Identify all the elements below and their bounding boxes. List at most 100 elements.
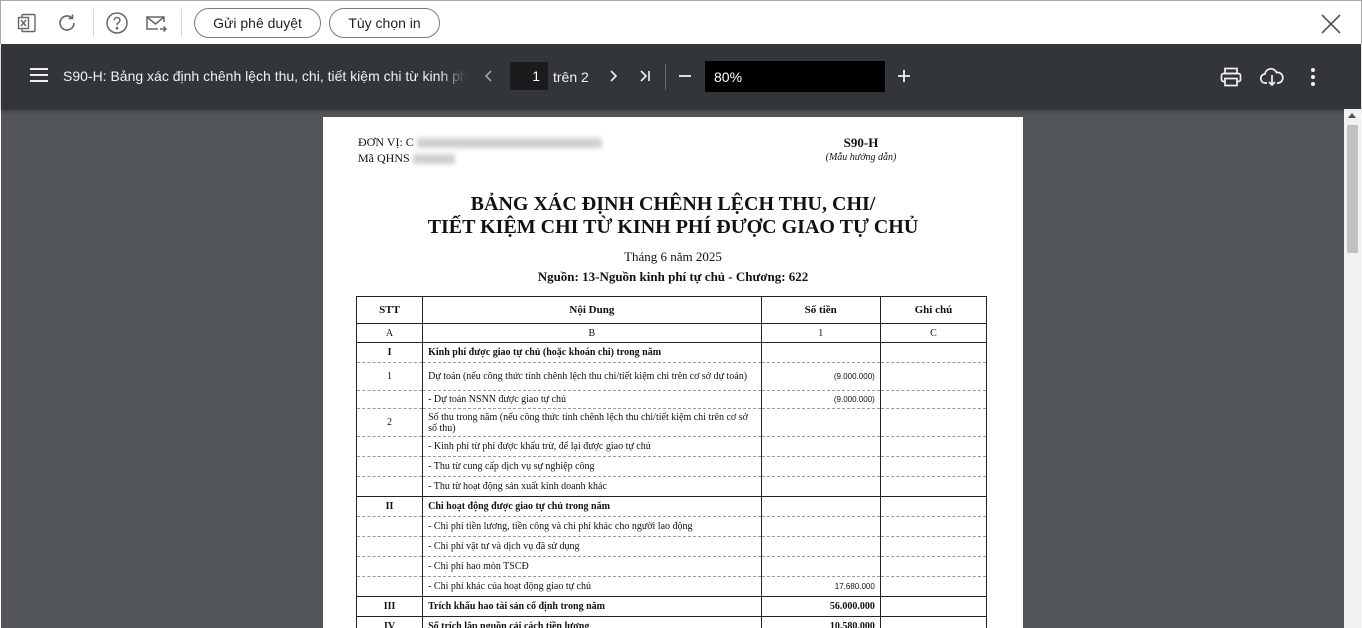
stt-cell (355, 436, 424, 457)
report-source: Nguồn: 13-Nguồn kinh phí tự chủ - Chương… (537, 269, 809, 284)
table-row: - Thu từ cung cấp dịch vụ sự nghiệp công (355, 456, 988, 477)
table-row: - Chi phí vật tư và dịch vụ đã sử dụng (355, 536, 988, 557)
stt-cell (355, 476, 424, 497)
content-cell: - Thu từ cung cấp dịch vụ sự nghiệp công (422, 456, 762, 477)
toolbar-divider (181, 9, 182, 37)
scrollbar-thumb[interactable] (1347, 125, 1358, 253)
top-toolbar: Gửi phê duyệt Tùy chọn in (0, 0, 1362, 44)
table-row: II Chi hoạt động được giao tự chủ trong … (355, 496, 988, 517)
amount-cell (760, 516, 881, 537)
table-row: IV Số trích lập nguồn cải cách tiền lươn… (355, 616, 988, 628)
note-cell (879, 596, 988, 617)
toolbar-divider (665, 64, 666, 90)
content-cell: - Dự toán NSNN được giao tự chủ (422, 390, 762, 409)
note-cell (879, 362, 988, 391)
amount-cell: 10.580.000 (760, 616, 881, 628)
header-content: Nội Dung (422, 296, 762, 324)
content-cell: - Chi phí khác của hoạt động giao tự chủ (422, 576, 762, 597)
zoom-in-icon[interactable] (894, 66, 914, 86)
table-row: III Trích khấu hao tài sản cố định trong… (355, 596, 988, 617)
form-code: S90-H (843, 135, 879, 150)
stt-cell: III (355, 596, 424, 617)
note-cell (879, 408, 988, 437)
document-page: ĐƠN VỊ: C Mã QHNS S90-H (Mẫu hướng dẫn) … (323, 117, 1023, 628)
content-cell: Số thu trong năm (nếu công thức tính chê… (422, 408, 762, 437)
amount-cell (760, 342, 881, 363)
note-cell (879, 556, 988, 577)
stt-cell (355, 576, 424, 597)
unit-label: ĐƠN VỊ: C (358, 135, 414, 149)
menu-icon[interactable] (29, 66, 51, 86)
help-icon[interactable] (105, 11, 129, 35)
letter-cell: C (879, 323, 988, 343)
content-cell: - Chi phí tiền lương, tiền công và chi p… (422, 516, 762, 537)
print-icon[interactable] (1219, 65, 1243, 89)
stt-cell: 1 (355, 362, 424, 391)
note-cell (879, 616, 988, 628)
zoom-out-icon[interactable] (675, 66, 695, 86)
page-number-input[interactable] (510, 62, 548, 90)
note-cell (879, 390, 988, 409)
form-note: (Mẫu hướng dẫn) (825, 152, 897, 163)
content-cell: Dự toán (nếu công thức tính chênh lệch t… (422, 362, 762, 391)
table-row: - Chi phí khác của hoạt động giao tự chủ… (355, 576, 988, 597)
content-cell: - Chi phí vật tư và dịch vụ đã sử dụng (422, 536, 762, 557)
previous-page-icon[interactable] (479, 66, 499, 86)
close-icon[interactable] (1319, 12, 1345, 38)
content-cell: - Chi phí hao mòn TSCĐ (422, 556, 762, 577)
letter-cell: A (355, 323, 424, 343)
header-stt: STT (355, 296, 424, 324)
note-cell (879, 342, 988, 363)
amount-cell: 17.680.000 (760, 576, 881, 597)
pdf-viewer: S90-H: Bảng xác định chênh lệch thu, chi… (1, 44, 1361, 628)
pdf-toolbar: S90-H: Bảng xác định chênh lệch thu, chi… (1, 44, 1361, 109)
next-page-icon[interactable] (603, 66, 623, 86)
amount-cell (760, 476, 881, 497)
column-letter-row: A B 1 C (355, 323, 988, 343)
vertical-scrollbar[interactable] (1344, 109, 1361, 628)
amount-cell: (9.000.000) (760, 362, 881, 391)
last-page-icon[interactable] (635, 66, 655, 86)
download-icon[interactable] (1260, 65, 1284, 89)
note-cell (879, 436, 988, 457)
table-row: 1 Dự toán (nếu công thức tính chênh lệch… (355, 362, 988, 391)
stt-cell (355, 556, 424, 577)
note-cell (879, 516, 988, 537)
table-row: - Chi phí tiền lương, tiền công và chi p… (355, 516, 988, 537)
print-options-button[interactable]: Tùy chọn in (329, 8, 440, 38)
excel-icon[interactable] (15, 11, 39, 35)
report-period: Tháng 6 năm 2025 (624, 249, 722, 264)
table-row: - Kinh phí từ phí được khấu trừ, để lại … (355, 436, 988, 457)
email-icon[interactable] (144, 11, 168, 35)
content-cell: Số trích lập nguồn cải cách tiền lương (422, 616, 762, 628)
amount-cell (760, 436, 881, 457)
amount-cell (760, 456, 881, 477)
amount-cell (760, 556, 881, 577)
amount-cell (760, 408, 881, 437)
note-cell (879, 496, 988, 517)
stt-cell (355, 536, 424, 557)
header-note: Ghi chú (879, 296, 988, 324)
letter-cell: 1 (760, 323, 881, 343)
refresh-icon[interactable] (55, 11, 79, 35)
scroll-up-icon[interactable] (1348, 113, 1356, 118)
note-cell (879, 536, 988, 557)
table-row: - Thu từ hoạt động sản xuất kinh doanh k… (355, 476, 988, 497)
content-cell: - Kinh phí từ phí được khấu trừ, để lại … (422, 436, 762, 457)
report-title-line2: TIẾT KIỆM CHI TỪ KINH PHÍ ĐƯỢC GIAO TỰ C… (427, 216, 919, 238)
amount-cell (760, 536, 881, 557)
stt-cell (355, 390, 424, 409)
table-row: I Kinh phí được giao tự chủ (hoặc khoán … (355, 342, 988, 363)
amount-cell: (9.000.000) (760, 390, 881, 409)
table-header-row: STT Nội Dung Số tiền Ghi chú (355, 296, 988, 324)
table-row: 2 Số thu trong năm (nếu công thức tính c… (355, 408, 988, 437)
page-count-label: trên 2 (553, 69, 589, 85)
toolbar-divider (93, 9, 94, 37)
redacted-unit-name (416, 138, 602, 149)
stt-cell: I (355, 342, 424, 363)
more-options-icon[interactable] (1301, 65, 1325, 89)
qhns-label: Mã QHNS (358, 151, 410, 165)
send-approval-button[interactable]: Gửi phê duyệt (194, 8, 321, 38)
note-cell (879, 576, 988, 597)
zoom-input[interactable] (705, 61, 885, 92)
